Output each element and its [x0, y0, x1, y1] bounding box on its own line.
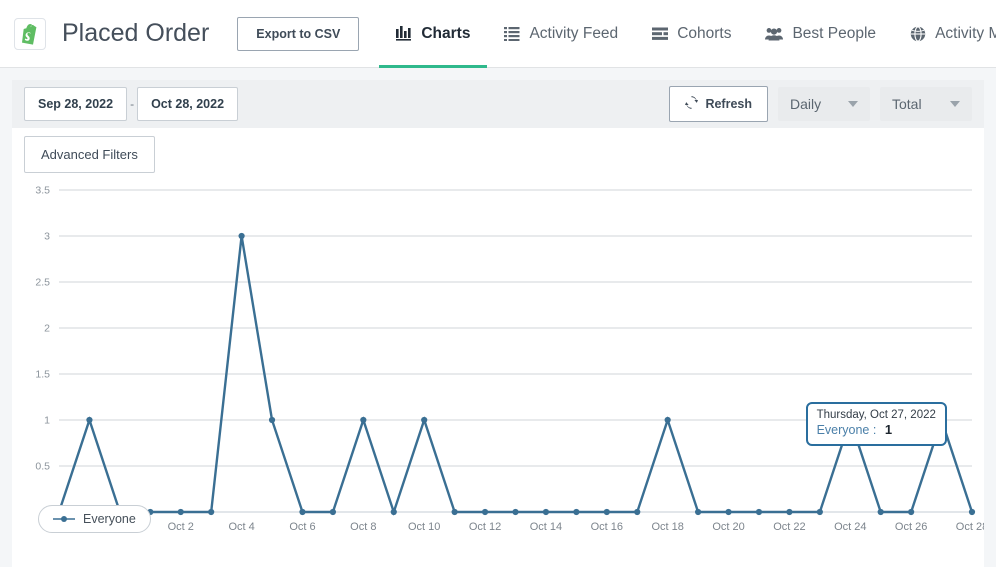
data-point[interactable]: [178, 509, 184, 515]
filters-row: Advanced Filters: [12, 128, 984, 173]
data-point[interactable]: [908, 509, 914, 515]
data-point[interactable]: [239, 233, 245, 239]
y-axis-tick-label: 0.5: [35, 461, 50, 473]
data-point[interactable]: [391, 509, 397, 515]
x-axis-tick-label: Oct 22: [773, 521, 805, 533]
y-axis-tick-label: 2.5: [35, 277, 50, 289]
data-point[interactable]: [969, 509, 975, 515]
people-icon: [765, 27, 783, 41]
tab-cohorts[interactable]: Cohorts: [635, 0, 748, 68]
bar-chart-icon: [396, 26, 412, 41]
data-point[interactable]: [543, 509, 549, 515]
metric-select-value: Total: [892, 96, 922, 112]
refresh-label: Refresh: [705, 97, 752, 111]
app-header: Placed Order Export to CSV Charts: [0, 0, 996, 68]
data-point[interactable]: [817, 509, 823, 515]
x-axis-tick-label: Oct 14: [530, 521, 562, 533]
legend-item-everyone[interactable]: Everyone: [38, 505, 151, 533]
shopify-bag-icon: [14, 18, 46, 50]
tab-activity-feed[interactable]: Activity Feed: [487, 0, 635, 68]
data-point[interactable]: [604, 509, 610, 515]
data-point[interactable]: [512, 509, 518, 515]
chevron-down-icon: [848, 101, 858, 107]
data-point[interactable]: [452, 509, 458, 515]
interval-select-value: Daily: [790, 96, 821, 112]
tab-charts[interactable]: Charts: [379, 0, 487, 68]
date-range-separator: -: [127, 97, 137, 111]
tab-cohorts-label: Cohorts: [677, 25, 731, 43]
x-axis-tick-label: Oct 6: [289, 521, 315, 533]
line-chart[interactable]: 00.511.522.533.5Sep 28Sep 30Oct 2Oct 4Oc…: [12, 181, 984, 541]
chart-toolbar: Sep 28, 2022 - Oct 28, 2022 Refresh Dail…: [12, 80, 984, 128]
data-point[interactable]: [725, 509, 731, 515]
tooltip-value: 1: [885, 422, 892, 437]
tooltip-series-label: Everyone :: [817, 423, 877, 437]
x-axis-tick-label: Oct 10: [408, 521, 440, 533]
y-axis-tick-label: 3.5: [35, 185, 50, 197]
data-point[interactable]: [360, 417, 366, 423]
tab-activity-map-label: Activity Map: [935, 25, 996, 43]
tooltip-date: Thursday, Oct 27, 2022: [817, 408, 936, 422]
chevron-down-icon: [950, 101, 960, 107]
data-point[interactable]: [878, 509, 884, 515]
data-point[interactable]: [695, 509, 701, 515]
legend-item-label: Everyone: [83, 512, 136, 526]
date-range-picker: Sep 28, 2022 - Oct 28, 2022: [24, 87, 238, 121]
x-axis-tick-label: Oct 12: [469, 521, 501, 533]
data-point[interactable]: [634, 509, 640, 515]
data-point[interactable]: [665, 417, 671, 423]
tab-charts-label: Charts: [421, 25, 470, 43]
page-body: Sep 28, 2022 - Oct 28, 2022 Refresh Dail…: [0, 68, 996, 567]
metric-select[interactable]: Total: [880, 87, 972, 121]
main-tabs: Charts Activity Feed: [379, 0, 996, 68]
data-point[interactable]: [208, 509, 214, 515]
y-axis-tick-label: 1: [44, 415, 50, 427]
data-point[interactable]: [330, 509, 336, 515]
chart-tooltip: Thursday, Oct 27, 2022 Everyone : 1: [806, 402, 947, 446]
chart-card: Sep 28, 2022 - Oct 28, 2022 Refresh Dail…: [12, 80, 984, 567]
x-axis-tick-label: Oct 18: [651, 521, 683, 533]
data-point[interactable]: [299, 509, 305, 515]
tab-activity-map[interactable]: Activity Map: [893, 0, 996, 68]
y-axis-tick-label: 2: [44, 323, 50, 335]
x-axis-tick-label: Oct 24: [834, 521, 866, 533]
data-point[interactable]: [86, 417, 92, 423]
x-axis-tick-label: Oct 2: [168, 521, 194, 533]
toolbar-right-controls: Refresh Daily Total: [669, 86, 972, 122]
y-axis-tick-label: 3: [44, 231, 50, 243]
chart-legend: Everyone: [38, 505, 151, 533]
export-to-csv-button[interactable]: Export to CSV: [237, 17, 359, 51]
list-icon: [504, 27, 520, 41]
date-to-input[interactable]: Oct 28, 2022: [137, 87, 238, 121]
cohorts-grid-icon: [652, 27, 668, 41]
x-axis-tick-label: Oct 4: [228, 521, 254, 533]
tab-activity-feed-label: Activity Feed: [529, 25, 618, 43]
globe-icon: [910, 26, 926, 42]
x-axis-tick-label: Oct 28: [956, 521, 984, 533]
data-point[interactable]: [269, 417, 275, 423]
refresh-icon: [685, 96, 698, 112]
data-point[interactable]: [573, 509, 579, 515]
data-point[interactable]: [756, 509, 762, 515]
tab-best-people[interactable]: Best People: [748, 0, 893, 68]
advanced-filters-button[interactable]: Advanced Filters: [24, 136, 155, 173]
page-title: Placed Order: [62, 19, 209, 48]
data-point[interactable]: [421, 417, 427, 423]
x-axis-tick-label: Oct 16: [591, 521, 623, 533]
x-axis-tick-label: Oct 20: [712, 521, 744, 533]
date-from-input[interactable]: Sep 28, 2022: [24, 87, 127, 121]
interval-select[interactable]: Daily: [778, 87, 870, 121]
x-axis-tick-label: Oct 26: [895, 521, 927, 533]
data-point[interactable]: [482, 509, 488, 515]
refresh-button[interactable]: Refresh: [669, 86, 768, 122]
y-axis-tick-label: 1.5: [35, 369, 50, 381]
x-axis-tick-label: Oct 8: [350, 521, 376, 533]
tab-best-people-label: Best People: [792, 25, 876, 43]
legend-marker-icon: [53, 515, 75, 523]
tooltip-series-row: Everyone : 1: [817, 422, 936, 439]
chart-area: 00.511.522.533.5Sep 28Sep 30Oct 2Oct 4Oc…: [12, 181, 984, 541]
data-point[interactable]: [786, 509, 792, 515]
